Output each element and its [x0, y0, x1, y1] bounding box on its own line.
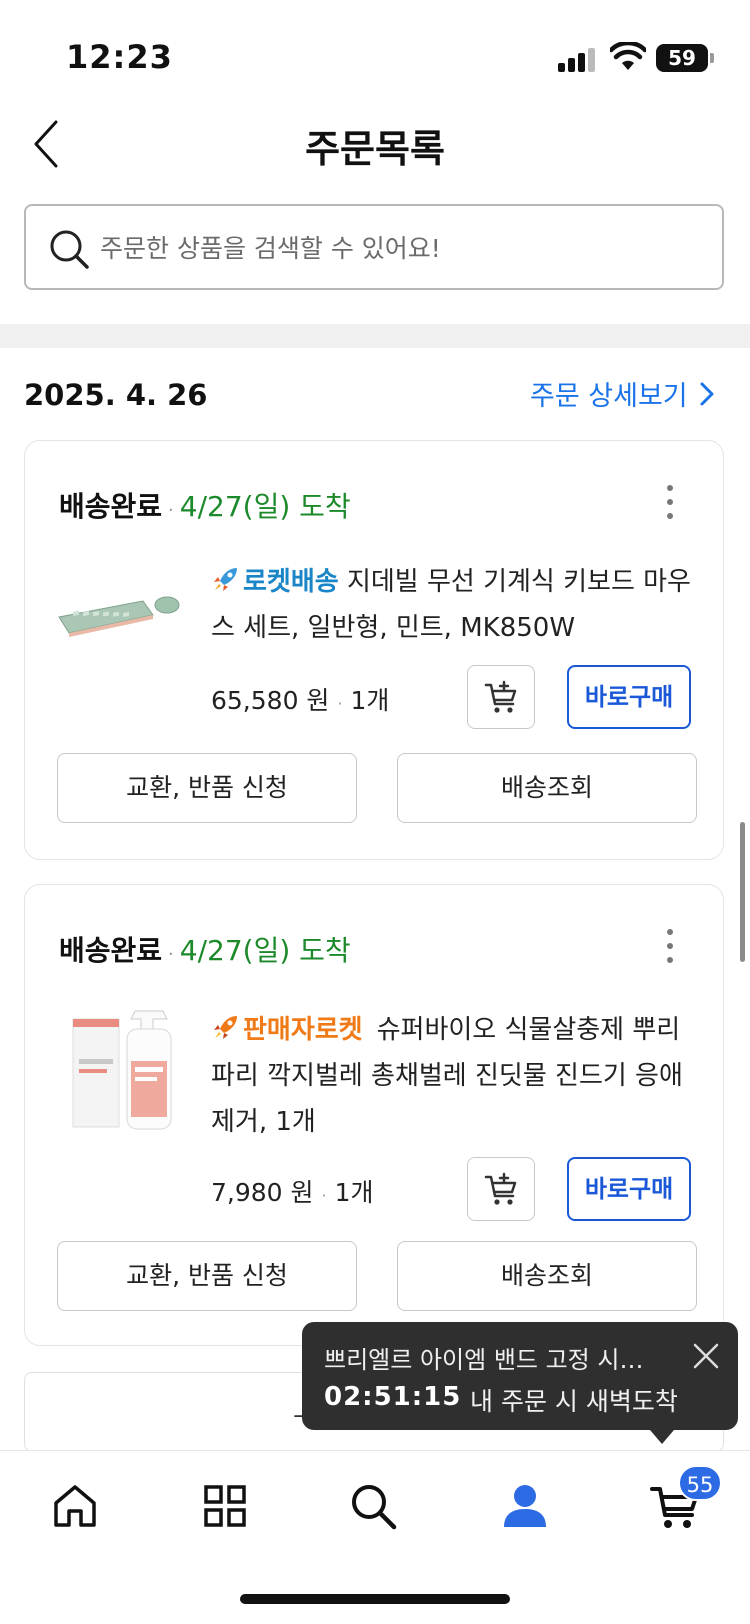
exchange-return-button[interactable]: 교환, 반품 신청 — [57, 1241, 357, 1311]
product-price: 7,980 원 — [211, 1178, 314, 1207]
cart-count-badge: 55 — [678, 1465, 722, 1501]
order-detail-label: 주문 상세보기 — [530, 381, 688, 412]
status-label: 배송완료 — [59, 934, 163, 967]
add-to-cart-button[interactable] — [467, 665, 535, 729]
search-icon — [50, 230, 89, 269]
search-bar[interactable] — [24, 204, 724, 290]
price-row: 7,980 원 · 1개 — [211, 1178, 374, 1207]
arrival-date: 4/27(일) 도착 — [179, 490, 351, 523]
track-delivery-button[interactable]: 배송조회 — [397, 1241, 697, 1311]
status-time: 12:23 — [66, 38, 173, 76]
order-card: 배송완료 · 4/27(일) 도착 판매자로켓 슈퍼바이오 식물살충제 뿌리파리 깍지… — [24, 884, 724, 1346]
product-quantity: 1개 — [350, 686, 390, 715]
product-title[interactable]: 로켓배송 지데빌 무선 기계식 키보드 마우스 세트, 일반형, 민트, MK8… — [211, 559, 691, 651]
exchange-return-button[interactable]: 교환, 반품 신청 — [57, 753, 357, 823]
add-to-cart-icon — [484, 680, 517, 713]
delivery-status: 배송완료 · 4/27(일) 도착 — [59, 934, 351, 967]
rocket-icon — [214, 568, 237, 591]
buy-now-button[interactable]: 바로구매 — [567, 665, 691, 729]
seller-rocket-icon — [214, 1016, 237, 1039]
more-options-icon[interactable] — [665, 485, 675, 521]
my-coupang-icon[interactable] — [500, 1481, 550, 1531]
category-icon[interactable] — [200, 1481, 250, 1531]
wifi-icon — [610, 42, 646, 70]
section-divider — [0, 324, 750, 348]
search-icon[interactable] — [348, 1481, 398, 1531]
toast-message: 내 주문 시 새벽도착 — [470, 1387, 678, 1416]
buy-now-button[interactable]: 바로구매 — [567, 1157, 691, 1221]
order-detail-link[interactable]: 주문 상세보기 — [530, 374, 716, 413]
scrollbar[interactable] — [740, 822, 745, 962]
seller-rocket-badge: 판매자로켓 — [243, 1015, 363, 1045]
status-bar: 12:23 59 — [0, 0, 750, 110]
cellular-signal-icon — [558, 48, 598, 72]
product-title[interactable]: 판매자로켓 슈퍼바이오 식물살충제 뿌리파리 깍지벌레 총채벌레 진딧물 진드기 … — [211, 1007, 691, 1145]
home-indicator — [240, 1594, 510, 1604]
price-row: 65,580 원 · 1개 — [211, 686, 390, 715]
search-input[interactable] — [100, 224, 700, 272]
close-icon[interactable] — [692, 1342, 720, 1370]
rocket-delivery-badge: 로켓배송 — [243, 567, 339, 597]
status-label: 배송완료 — [59, 490, 163, 523]
toast-title: 쁘리엘르 아이엠 밴드 고정 시… — [324, 1346, 644, 1374]
add-to-cart-button[interactable] — [467, 1157, 535, 1221]
arrival-date: 4/27(일) 도착 — [179, 934, 351, 967]
more-options-icon[interactable] — [665, 929, 675, 965]
promo-toast[interactable]: 쁘리엘르 아이엠 밴드 고정 시… 02:51:15 내 주문 시 새벽도착 — [302, 1322, 738, 1444]
track-delivery-button[interactable]: 배송조회 — [397, 753, 697, 823]
order-date: 2025. 4. 26 — [24, 378, 208, 412]
battery-icon: 59 — [656, 44, 714, 72]
page-title: 주문목록 — [305, 127, 445, 171]
home-icon[interactable] — [50, 1481, 100, 1531]
spray-bottle-thumbnail[interactable] — [71, 1003, 181, 1133]
product-quantity: 1개 — [334, 1178, 374, 1207]
delivery-status: 배송완료 · 4/27(일) 도착 — [59, 490, 351, 523]
toast-countdown: 02:51:15 — [324, 1382, 462, 1412]
product-price: 65,580 원 — [211, 686, 330, 715]
add-to-cart-icon — [484, 1172, 517, 1205]
keyboard-mouse-thumbnail[interactable] — [55, 571, 185, 651]
chevron-right-icon — [700, 382, 714, 405]
order-card: 배송완료 · 4/27(일) 도착 로켓배송 지데빌 무선 기계식 키보드 마우스 … — [24, 440, 724, 860]
